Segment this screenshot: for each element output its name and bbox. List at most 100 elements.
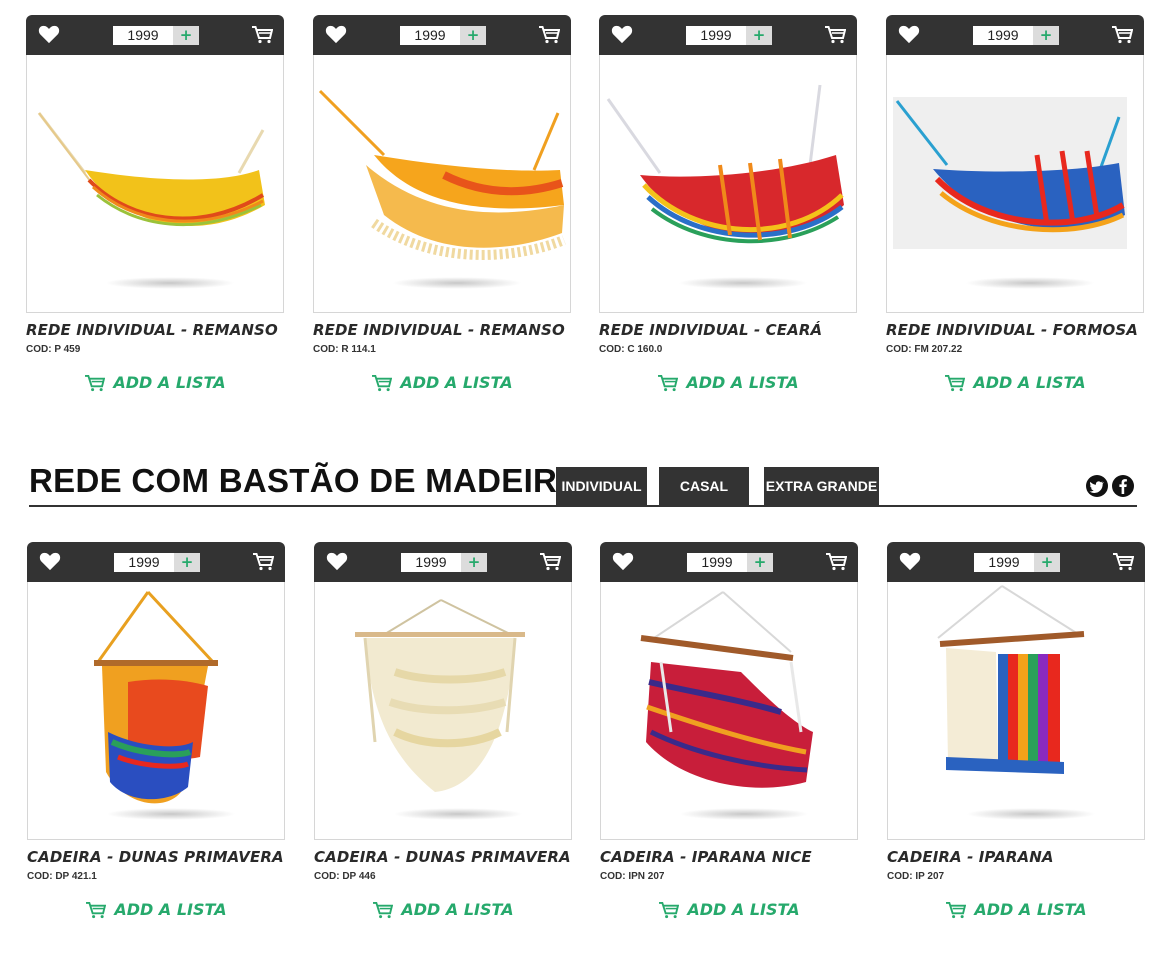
heart-icon[interactable] [898,24,920,44]
product-image[interactable] [27,582,285,840]
plus-icon[interactable]: + [173,26,199,45]
product-title[interactable]: REDE INDIVIDUAL - FORMOSA [886,321,1144,339]
plus-icon[interactable]: + [461,553,487,572]
heart-icon[interactable] [326,551,348,571]
quantity-field[interactable]: 1999 [973,26,1033,45]
product-image[interactable] [26,55,284,313]
quantity-stepper[interactable]: 1999 + [113,26,199,45]
quantity-field[interactable]: 1999 [114,553,174,572]
product-image[interactable] [887,582,1145,840]
product-code: COD: DP 446 [314,871,376,882]
product-code: COD: R 114.1 [313,344,376,355]
heart-icon[interactable] [612,551,634,571]
cart-icon [373,901,394,918]
product-code: COD: P 459 [26,344,81,355]
product-card: 1999 + CADEIRA - IPARANA COD: IP 207 ADD… [887,542,1145,919]
add-to-list-label: ADD A LISTA [974,900,1087,919]
add-to-list-label: ADD A LISTA [401,900,514,919]
quantity-stepper[interactable]: 1999 + [686,26,772,45]
quantity-field[interactable]: 1999 [686,26,746,45]
product-title[interactable]: CADEIRA - DUNAS PRIMAVERA [314,848,572,866]
heart-icon[interactable] [611,24,633,44]
cart-icon[interactable] [252,552,274,571]
add-to-list-button[interactable]: ADD A LISTA [26,373,284,392]
cart-icon [659,901,680,918]
plus-icon[interactable]: + [746,26,772,45]
quantity-stepper[interactable]: 1999 + [401,553,487,572]
product-title[interactable]: CADEIRA - IPARANA NICE [600,848,858,866]
add-to-list-label: ADD A LISTA [687,900,800,919]
cart-icon[interactable] [825,552,847,571]
add-to-list-button[interactable]: ADD A LISTA [886,373,1144,392]
plus-icon[interactable]: + [460,26,486,45]
add-to-list-button[interactable]: ADD A LISTA [313,373,571,392]
card-toolbar: 1999 + [314,542,572,582]
product-title[interactable]: CADEIRA - IPARANA [887,848,1145,866]
product-image[interactable] [600,582,858,840]
product-image[interactable] [599,55,857,313]
quantity-stepper[interactable]: 1999 + [687,553,773,572]
product-code: COD: DP 421.1 [27,871,97,882]
heart-icon[interactable] [38,24,60,44]
plus-icon[interactable]: + [1034,553,1060,572]
product-card: 1999 + CADEIRA - DUNAS PRIMAVERA COD: DP… [27,542,285,919]
tab-extra-grande[interactable]: EXTRA GRANDE [764,467,879,505]
cart-icon [86,901,107,918]
quantity-stepper[interactable]: 1999 + [973,26,1059,45]
product-image[interactable] [313,55,571,313]
card-toolbar: 1999 + [887,542,1145,582]
quantity-field[interactable]: 1999 [974,553,1034,572]
add-to-list-button[interactable]: ADD A LISTA [599,373,857,392]
cart-icon[interactable] [538,25,560,44]
add-to-list-label: ADD A LISTA [114,900,227,919]
add-to-list-button[interactable]: ADD A LISTA [887,900,1145,919]
section-header: REDE COM BASTÃO DE MADEIRA INDIVIDUAL CA… [29,462,1137,508]
quantity-field[interactable]: 1999 [400,26,460,45]
quantity-stepper[interactable]: 1999 + [114,553,200,572]
quantity-stepper[interactable]: 1999 + [400,26,486,45]
quantity-field[interactable]: 1999 [401,553,461,572]
card-toolbar: 1999 + [313,15,571,55]
quantity-field[interactable]: 1999 [687,553,747,572]
quantity-field[interactable]: 1999 [113,26,173,45]
cart-icon [372,374,393,391]
add-to-list-button[interactable]: ADD A LISTA [600,900,858,919]
product-title[interactable]: REDE INDIVIDUAL - REMANSO [313,321,571,339]
product-code: COD: C 160.0 [599,344,663,355]
product-title[interactable]: REDE INDIVIDUAL - CEARÁ [599,321,857,339]
add-to-list-label: ADD A LISTA [686,373,799,392]
plus-icon[interactable]: + [174,553,200,572]
product-card: 1999 + REDE INDIVIDUAL - CEARÁ COD: C 16… [599,15,857,392]
cart-icon[interactable] [1111,25,1133,44]
cart-icon[interactable] [539,552,561,571]
tab-individual[interactable]: INDIVIDUAL [556,467,647,505]
product-code: COD: IP 207 [887,871,945,882]
product-image[interactable] [886,55,1144,313]
cart-icon[interactable] [824,25,846,44]
product-code: COD: FM 207.22 [886,344,963,355]
tab-casal[interactable]: CASAL [659,467,749,505]
product-image[interactable] [314,582,572,840]
card-toolbar: 1999 + [599,15,857,55]
add-to-list-label: ADD A LISTA [400,373,513,392]
cart-icon[interactable] [251,25,273,44]
product-card: 1999 + REDE INDIVIDUAL - REMANSO COD: P … [26,15,284,392]
plus-icon[interactable]: + [1033,26,1059,45]
facebook-icon[interactable] [1112,475,1134,497]
cart-icon [946,901,967,918]
add-to-list-label: ADD A LISTA [113,373,226,392]
product-title[interactable]: REDE INDIVIDUAL - REMANSO [26,321,284,339]
cart-icon[interactable] [1112,552,1134,571]
product-title[interactable]: CADEIRA - DUNAS PRIMAVERA [27,848,285,866]
cart-icon [945,374,966,391]
cart-icon [85,374,106,391]
heart-icon[interactable] [39,551,61,571]
quantity-stepper[interactable]: 1999 + [974,553,1060,572]
heart-icon[interactable] [325,24,347,44]
product-card: 1999 + CADEIRA - IPARANA NICE COD: IPN 2… [600,542,858,919]
plus-icon[interactable]: + [747,553,773,572]
add-to-list-button[interactable]: ADD A LISTA [314,900,572,919]
twitter-icon[interactable] [1086,475,1108,497]
add-to-list-button[interactable]: ADD A LISTA [27,900,285,919]
heart-icon[interactable] [899,551,921,571]
